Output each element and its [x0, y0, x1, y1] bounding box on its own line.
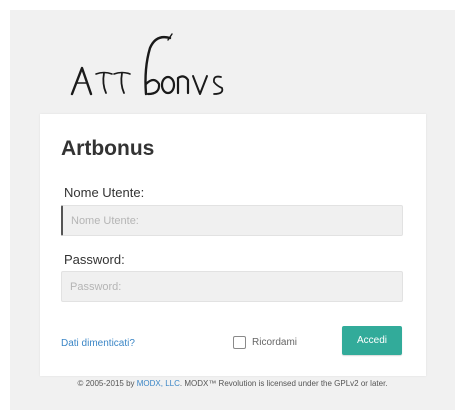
login-title: Artbonus — [61, 137, 155, 160]
login-button[interactable]: Accedi — [342, 326, 402, 355]
remember-me-toggle[interactable]: Ricordami — [233, 336, 297, 349]
artbonus-logo — [70, 33, 224, 96]
password-label: Password: — [64, 252, 125, 267]
footer-license: . MODX™ Revolution is licensed under the… — [179, 379, 388, 388]
modx-company-link[interactable]: MODX, LLC — [137, 379, 180, 388]
username-input[interactable] — [61, 205, 403, 236]
remember-me-checkbox[interactable] — [233, 336, 246, 349]
footer-copyright: © 2005-2015 by — [77, 379, 137, 388]
page-background: Artbonus Nome Utente: Password: Dati dim… — [10, 10, 455, 410]
username-label: Nome Utente: — [64, 185, 145, 200]
forgot-login-link[interactable]: Dati dimenticati? — [61, 338, 135, 349]
password-input[interactable] — [61, 271, 403, 302]
remember-me-label: Ricordami — [252, 337, 298, 348]
footer: © 2005-2015 by MODX, LLC. MODX™ Revoluti… — [10, 379, 455, 388]
login-card: Artbonus Nome Utente: Password: Dati dim… — [40, 114, 426, 376]
